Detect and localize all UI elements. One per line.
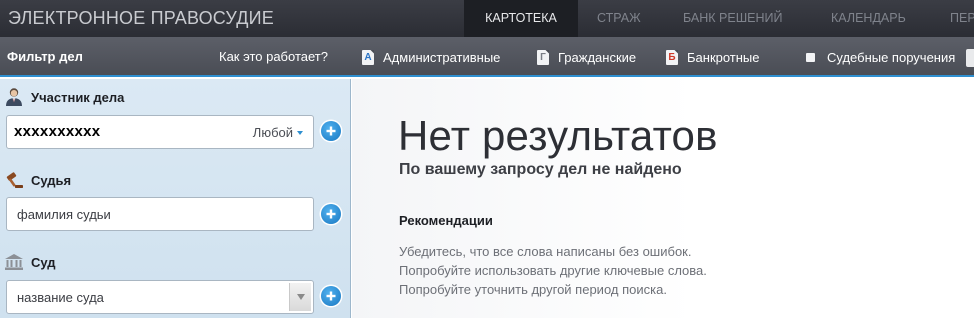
tab-bank-resheniy[interactable]: БАНК РЕШЕНИЙ	[683, 0, 783, 37]
recommendation-item: Убедитесь, что все слова написаны без ош…	[399, 244, 692, 259]
participant-label-text: Участник дела	[31, 89, 125, 105]
add-participant-button[interactable]	[321, 121, 341, 141]
recommendation-item: Попробуйте использовать другие ключевые …	[399, 263, 707, 278]
how-it-works-link[interactable]: Как это работает?	[219, 49, 328, 64]
category-bankruptcy[interactable]: Б Банкротные	[666, 48, 760, 66]
participant-mode-dropdown[interactable]: Любой	[253, 125, 303, 140]
category-label: Административные	[383, 49, 501, 65]
top-nav-bar: ЭЛЕКТРОННОЕ ПРАВОСУДИЕ КАРТОТЕКА СТРАЖ Б…	[0, 0, 974, 37]
no-results-title: Нет результатов	[398, 112, 718, 159]
tab-truncated[interactable]: ПЕР	[950, 0, 974, 37]
person-icon	[4, 87, 24, 107]
add-judge-button[interactable]	[321, 204, 341, 224]
judge-label: Судья	[4, 170, 71, 190]
participant-label: Участник дела	[4, 87, 124, 107]
court-label: Суд	[4, 252, 56, 272]
scrollbar-stub[interactable]	[966, 49, 974, 67]
tab-kalendar[interactable]: КАЛЕНДАРЬ	[831, 0, 906, 37]
judge-input[interactable]: фамилия судьи	[6, 197, 314, 231]
tab-kartoteka[interactable]: КАРТОТЕКА	[464, 0, 578, 37]
plus-icon	[326, 126, 336, 136]
document-b-icon: Б	[666, 49, 678, 65]
participant-input[interactable]: xxxxxxxxxx Любой	[6, 115, 314, 149]
court-label-text: Суд	[31, 254, 56, 270]
gavel-icon	[4, 170, 24, 190]
court-select[interactable]: название суда	[6, 280, 314, 314]
court-orders-toggle[interactable]: Судебные поручения	[806, 48, 955, 66]
category-label: Банкротные	[687, 49, 760, 65]
participant-value: xxxxxxxxxx	[14, 123, 101, 140]
tab-strazh[interactable]: СТРАЖ	[597, 0, 641, 37]
document-g-icon: Г	[537, 49, 549, 65]
plus-icon	[326, 291, 336, 301]
court-orders-checkbox[interactable]	[806, 52, 815, 62]
add-court-button[interactable]	[321, 286, 341, 306]
filter-sidebar: Участник дела xxxxxxxxxx Любой Судья фам…	[0, 79, 351, 318]
filter-bar: Фильтр дел Как это работает? А Администр…	[0, 37, 974, 77]
select-arrow-icon[interactable]	[289, 283, 311, 311]
results-panel: Нет результатов По вашему запросу дел не…	[352, 79, 974, 318]
recommendations-title: Рекомендации	[399, 213, 493, 228]
recommendations-list: Убедитесь, что все слова написаны без ош…	[399, 242, 707, 299]
plus-icon	[326, 209, 336, 219]
judge-placeholder: фамилия судьи	[17, 207, 111, 222]
chevron-down-icon	[297, 130, 303, 135]
site-brand[interactable]: ЭЛЕКТРОННОЕ ПРАВОСУДИЕ	[8, 8, 274, 29]
judge-label-text: Судья	[31, 172, 72, 188]
category-civil[interactable]: Г Гражданские	[537, 48, 636, 66]
filter-title: Фильтр дел	[7, 49, 83, 64]
no-results-subtitle: По вашему запросу дел не найдено	[399, 161, 682, 178]
courthouse-icon	[4, 252, 24, 272]
document-a-icon: А	[362, 49, 374, 65]
category-administrative[interactable]: А Административные	[362, 48, 500, 66]
court-placeholder: название суда	[17, 290, 104, 305]
recommendation-item: Попробуйте уточнить другой период поиска…	[399, 282, 667, 297]
category-label: Гражданские	[558, 49, 637, 65]
court-orders-label: Судебные поручения	[827, 49, 956, 65]
participant-mode-label: Любой	[252, 125, 293, 140]
